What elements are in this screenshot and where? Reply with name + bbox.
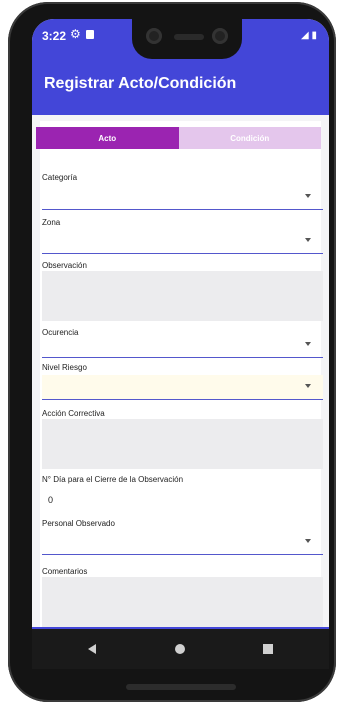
home-indicator [126, 684, 236, 690]
tab-condicion[interactable]: Condición [178, 127, 321, 149]
dias-cierre-input[interactable]: 0 [48, 495, 53, 505]
sensor-icon [212, 28, 228, 44]
tab-bar: Acto Condición [36, 127, 321, 149]
status-bar: 3:22 ⚙ ◢ ▮ [32, 19, 329, 59]
front-camera-icon [146, 28, 162, 44]
form-content[interactable]: Acto Condición Categoría Zona Observació… [32, 115, 329, 669]
categoria-label: Categoría [42, 173, 78, 182]
nivel-riesgo-label: Nivel Riesgo [42, 363, 87, 372]
chevron-down-icon [305, 539, 311, 543]
comentarios-textarea[interactable] [42, 577, 323, 627]
phone-frame: 3:22 ⚙ ◢ ▮ Registrar Acto/Condición Acto… [8, 2, 336, 702]
sd-card-icon [86, 30, 94, 39]
back-icon[interactable] [88, 644, 96, 654]
personal-observado-label: Personal Observado [42, 519, 115, 528]
nivel-riesgo-dropdown[interactable] [42, 375, 323, 400]
status-time: 3:22 [42, 29, 67, 43]
screen: 3:22 ⚙ ◢ ▮ Registrar Acto/Condición Acto… [32, 19, 329, 669]
chevron-down-icon [305, 194, 311, 198]
tab-acto[interactable]: Acto [36, 127, 179, 149]
chevron-down-icon [305, 384, 311, 388]
observacion-label: Observación [42, 261, 87, 270]
camera-notch [132, 19, 242, 59]
zona-dropdown[interactable] [42, 229, 323, 254]
system-nav-bar [32, 629, 329, 669]
personal-observado-dropdown[interactable] [42, 530, 323, 555]
recents-icon[interactable] [263, 644, 273, 654]
chevron-down-icon [305, 238, 311, 242]
page-title: Registrar Acto/Condición [44, 75, 237, 92]
speaker-grille [174, 34, 204, 40]
observacion-textarea[interactable] [42, 271, 323, 321]
accion-correctiva-label: Acción Correctiva [42, 409, 105, 418]
app-bar: Registrar Acto/Condición [32, 59, 329, 115]
ocurencia-dropdown[interactable] [42, 333, 323, 358]
home-icon[interactable] [175, 644, 185, 654]
accion-correctiva-textarea[interactable] [42, 419, 323, 469]
gear-icon: ⚙ [70, 27, 81, 41]
signal-battery-icon: ◢ ▮ [301, 30, 317, 41]
comentarios-label: Comentarios [42, 567, 88, 576]
categoria-dropdown[interactable] [42, 185, 323, 210]
zona-label: Zona [42, 218, 61, 227]
chevron-down-icon [305, 342, 311, 346]
dias-cierre-label: N° Día para el Cierre de la Observación [42, 475, 184, 484]
